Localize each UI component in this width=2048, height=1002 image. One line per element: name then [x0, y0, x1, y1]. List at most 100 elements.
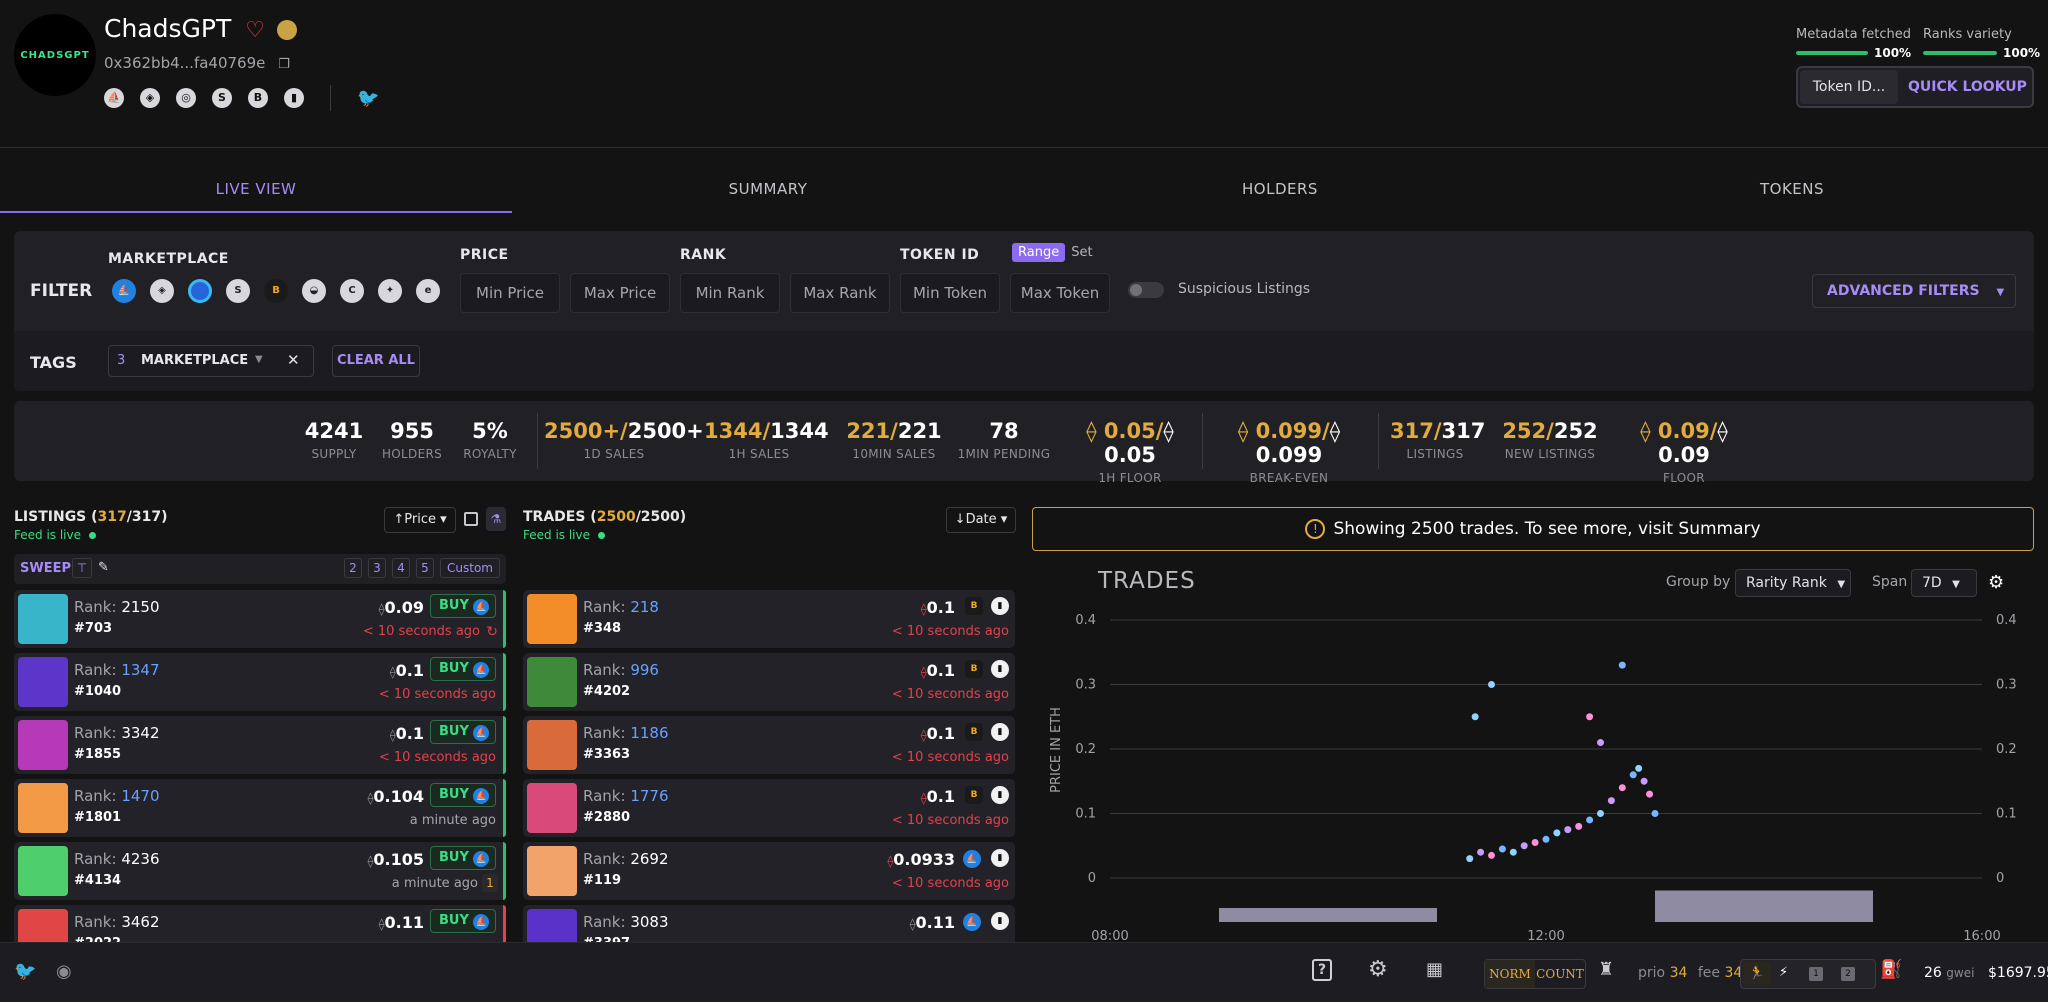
- sudoswap-filter-icon[interactable]: S: [226, 279, 250, 303]
- sweep-5-button[interactable]: 5: [416, 558, 434, 578]
- speed-1-button[interactable]: 1: [1809, 967, 1823, 981]
- trade-row[interactable]: Rank: 218 #348 ⟠0.1 B ▮ < 10 seconds ago: [523, 590, 1015, 648]
- range-toggle[interactable]: Range: [1012, 243, 1066, 262]
- max-token-input[interactable]: Max Token: [1010, 273, 1110, 313]
- buy-button[interactable]: BUY ⛵: [430, 657, 496, 681]
- sweep-filter-icon[interactable]: ⊤: [72, 558, 92, 578]
- listings-flask-icon[interactable]: ⚗: [486, 507, 506, 531]
- looksrare-link-icon[interactable]: ◈: [140, 88, 160, 108]
- buy-button[interactable]: BUY ⛵: [430, 594, 496, 618]
- trades-sort-button[interactable]: ↓Date ▾: [946, 507, 1016, 533]
- trade-point[interactable]: [1651, 810, 1659, 817]
- speed-2-button[interactable]: 2: [1841, 967, 1855, 981]
- walk-icon[interactable]: 🏃: [1743, 962, 1771, 986]
- sudoswap-link-icon[interactable]: S: [212, 88, 232, 108]
- trade-point[interactable]: [1488, 851, 1495, 859]
- trade-row[interactable]: Rank: 3083 #3397 ⟠0.11 ⛵ ▮: [523, 905, 1015, 942]
- calendar-icon[interactable]: ▦: [1426, 959, 1443, 980]
- norm-toggle[interactable]: NORM: [1485, 960, 1535, 988]
- blur-link-icon[interactable]: B: [248, 88, 268, 108]
- trade-point[interactable]: [1488, 681, 1495, 688]
- trade-point[interactable]: [1618, 661, 1626, 669]
- count-toggle[interactable]: COUNT: [1535, 960, 1585, 988]
- tab-summary[interactable]: SUMMARY: [512, 165, 1024, 213]
- buy-button[interactable]: BUY ⛵: [430, 720, 496, 744]
- opensea-filter-icon[interactable]: ⛵: [112, 279, 136, 303]
- trade-point[interactable]: [1520, 842, 1528, 850]
- tab-live-view[interactable]: LIVE VIEW: [0, 165, 512, 213]
- tab-tokens[interactable]: TOKENS: [1536, 165, 2048, 213]
- sweep-2-button[interactable]: 2: [344, 558, 362, 578]
- group-by-select[interactable]: Rarity Rank ▼: [1735, 569, 1851, 597]
- listings-sort-button[interactable]: ↑Price ▾: [384, 507, 456, 533]
- tag-chevron-down-icon[interactable]: ▼: [255, 354, 263, 365]
- help-icon[interactable]: ?: [1312, 959, 1332, 981]
- lightning-icon[interactable]: ⚡: [1779, 965, 1788, 980]
- chart-link-icon[interactable]: ▮: [991, 912, 1009, 930]
- chart-link-icon[interactable]: ▮: [991, 786, 1009, 804]
- trade-point[interactable]: [1607, 797, 1615, 805]
- listing-row[interactable]: Rank: 3342 #1855 ⟠0.1 BUY ⛵ < 10 seconds…: [14, 716, 506, 774]
- trade-point[interactable]: [1597, 810, 1604, 817]
- buy-button[interactable]: BUY ⛵: [430, 909, 496, 933]
- trade-point[interactable]: [1542, 835, 1550, 843]
- trade-point[interactable]: [1640, 777, 1648, 785]
- looksrare-filter-icon[interactable]: ◈: [150, 279, 174, 303]
- rarible-filter-icon[interactable]: ◒: [302, 279, 326, 303]
- uniswap-link-icon[interactable]: ▮: [284, 88, 304, 108]
- copy-icon[interactable]: ❐: [278, 57, 290, 72]
- span-select[interactable]: 7D ▼: [1911, 569, 1977, 597]
- trade-point[interactable]: [1531, 839, 1539, 847]
- sweep-3-button[interactable]: 3: [368, 558, 386, 578]
- listing-row[interactable]: Rank: 1347 #1040 ⟠0.1 BUY ⛵ < 10 seconds…: [14, 653, 506, 711]
- min-price-input[interactable]: Min Price: [460, 273, 560, 313]
- trade-row[interactable]: Rank: 1776 #2880 ⟠0.1 B ▮ < 10 seconds a…: [523, 779, 1015, 837]
- listing-row[interactable]: Rank: 1470 #1801 ⟠0.104 BUY ⛵ a minute a…: [14, 779, 506, 837]
- sweep-4-button[interactable]: 4: [392, 558, 410, 578]
- chart-link-icon[interactable]: ▮: [991, 660, 1009, 678]
- trade-point[interactable]: [1618, 784, 1626, 792]
- trade-point[interactable]: [1466, 855, 1474, 863]
- trade-point[interactable]: [1586, 816, 1594, 824]
- trade-point[interactable]: [1498, 845, 1506, 853]
- suspicious-toggle[interactable]: [1128, 282, 1164, 298]
- opensea-link-icon[interactable]: ⛵: [104, 88, 124, 108]
- twitter-footer-icon[interactable]: 🐦: [14, 961, 36, 982]
- trade-point[interactable]: [1597, 739, 1604, 747]
- trade-point[interactable]: [1646, 790, 1654, 798]
- listings-select-checkbox[interactable]: [464, 512, 478, 526]
- sweep-custom-button[interactable]: Custom: [440, 558, 500, 578]
- heart-icon[interactable]: ♡: [245, 18, 265, 43]
- max-rank-input[interactable]: Max Rank: [790, 273, 890, 313]
- chart-link-icon[interactable]: ▮: [991, 849, 1009, 867]
- min-rank-input[interactable]: Min Rank: [680, 273, 780, 313]
- nftx-filter-icon[interactable]: ✦: [378, 279, 402, 303]
- trophy-icon[interactable]: ♜: [1598, 959, 1614, 980]
- sweep-edit-icon[interactable]: ✎: [98, 560, 109, 575]
- chart-settings-icon[interactable]: ⚙: [1988, 572, 2004, 593]
- tab-holders[interactable]: HOLDERS: [1024, 165, 1536, 213]
- element-filter-icon[interactable]: e: [416, 279, 440, 303]
- trade-point[interactable]: [1586, 713, 1594, 721]
- chart-link-icon[interactable]: ▮: [991, 597, 1009, 615]
- buy-button[interactable]: BUY ⛵: [430, 846, 496, 870]
- x2y2-link-icon[interactable]: ◎: [176, 88, 196, 108]
- trade-point[interactable]: [1509, 848, 1517, 856]
- settings-icon[interactable]: ⚙: [1368, 957, 1388, 982]
- trade-point[interactable]: [1564, 826, 1572, 834]
- token-id-input[interactable]: Token ID...: [1800, 70, 1898, 104]
- trade-point[interactable]: [1553, 829, 1561, 837]
- remove-tag-icon[interactable]: ✕: [287, 351, 300, 369]
- clear-all-button[interactable]: CLEAR ALL: [332, 345, 420, 377]
- listing-row[interactable]: Rank: 4236 #4134 ⟠0.105 BUY ⛵ a minute a…: [14, 842, 506, 900]
- blur-filter-icon[interactable]: B: [264, 279, 288, 303]
- x2y2-filter-icon[interactable]: [188, 279, 212, 303]
- trade-row[interactable]: Rank: 996 #4202 ⟠0.1 B ▮ < 10 seconds ag…: [523, 653, 1015, 711]
- buy-button[interactable]: BUY ⛵: [430, 783, 496, 807]
- trade-point[interactable]: [1477, 848, 1485, 856]
- quick-lookup-button[interactable]: QUICK LOOKUP: [1908, 68, 2027, 106]
- trade-point[interactable]: [1629, 771, 1637, 779]
- cryptopunks-filter-icon[interactable]: C: [340, 279, 364, 303]
- min-token-input[interactable]: Min Token: [900, 273, 1000, 313]
- max-price-input[interactable]: Max Price: [570, 273, 670, 313]
